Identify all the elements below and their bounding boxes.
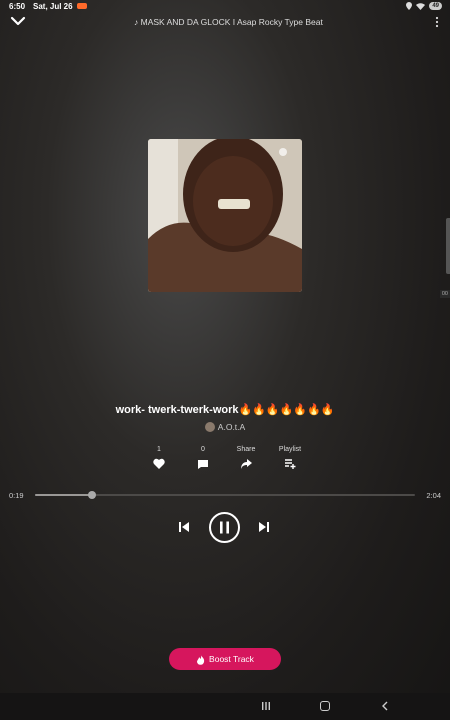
artist-name: A.O.t.A bbox=[217, 422, 246, 432]
header-title-text: MASK AND DA GLOCK I Asap Rocky Type Beat bbox=[140, 17, 323, 27]
music-note-icon: ♪ bbox=[134, 17, 139, 27]
location-icon bbox=[406, 2, 413, 10]
current-time: 0:19 bbox=[9, 491, 24, 500]
status-icons: 49 bbox=[406, 2, 442, 10]
playlist-label: Playlist bbox=[278, 446, 302, 453]
progress-fill bbox=[35, 494, 92, 496]
album-cover bbox=[148, 139, 302, 292]
cover-image bbox=[148, 139, 302, 292]
recents-icon[interactable] bbox=[261, 701, 271, 711]
status-time: 6:50 bbox=[9, 2, 26, 11]
pause-icon bbox=[220, 521, 229, 534]
duration: 2:04 bbox=[426, 491, 441, 500]
more-vertical-icon[interactable] bbox=[434, 16, 440, 28]
boost-track-button[interactable]: Boost Track bbox=[169, 648, 281, 670]
header-track-title: ♪ MASK AND DA GLOCK I Asap Rocky Type Be… bbox=[134, 17, 323, 27]
progress-thumb[interactable] bbox=[88, 491, 96, 499]
flame-icon bbox=[197, 653, 205, 665]
system-nav-bar bbox=[0, 693, 450, 720]
status-date: Sat, Jul 26 bbox=[33, 2, 73, 11]
playlist-add-icon bbox=[285, 459, 296, 469]
side-panel-handle[interactable] bbox=[446, 218, 450, 274]
like-button[interactable]: 1 bbox=[139, 446, 179, 470]
battery-indicator: 49 bbox=[429, 2, 442, 10]
share-button[interactable]: Share bbox=[226, 446, 266, 470]
like-count: 1 bbox=[157, 446, 161, 453]
previous-icon[interactable] bbox=[178, 521, 190, 533]
top-bar: ♪ MASK AND DA GLOCK I Asap Rocky Type Be… bbox=[0, 14, 450, 32]
share-label: Share bbox=[236, 446, 256, 453]
playlist-button[interactable]: Playlist bbox=[270, 446, 310, 470]
comment-button[interactable]: 0 bbox=[183, 446, 223, 470]
screen-record-icon bbox=[77, 3, 87, 9]
next-icon[interactable] bbox=[258, 521, 270, 533]
comment-icon bbox=[198, 460, 208, 469]
avatar bbox=[204, 422, 215, 432]
wifi-icon bbox=[416, 2, 426, 10]
boost-label: Boost Track bbox=[209, 654, 254, 664]
side-panel-chip[interactable]: 00 bbox=[439, 290, 450, 298]
artist-row[interactable]: A.O.t.A bbox=[0, 422, 450, 432]
heart-icon bbox=[153, 458, 165, 469]
back-icon[interactable] bbox=[380, 701, 390, 711]
status-bar: 6:50 Sat, Jul 26 49 bbox=[0, 0, 450, 14]
chevron-down-icon[interactable] bbox=[10, 14, 26, 28]
home-icon[interactable] bbox=[320, 701, 330, 711]
comment-count: 0 bbox=[201, 446, 205, 453]
share-icon bbox=[241, 459, 252, 469]
song-title: work- twerk-twerk-work🔥🔥🔥🔥🔥🔥🔥 bbox=[115, 404, 335, 416]
pause-button[interactable] bbox=[209, 512, 240, 543]
